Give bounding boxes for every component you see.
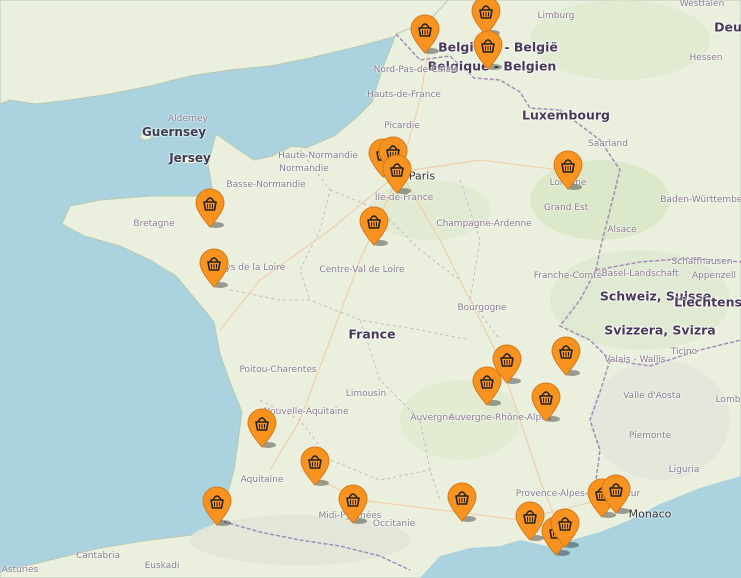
basket-marker-icon xyxy=(447,482,477,522)
basket-marker-icon xyxy=(473,30,503,70)
basket-marker-icon xyxy=(531,382,561,422)
basket-marker-icon xyxy=(601,474,631,514)
marker-biarritz[interactable] xyxy=(202,486,232,526)
basket-marker-icon xyxy=(202,486,232,526)
guernsey-island xyxy=(139,131,153,141)
marker-clermont[interactable] xyxy=(472,366,502,406)
basket-marker-icon xyxy=(410,14,440,54)
marker-mont-de-marsan[interactable] xyxy=(300,446,330,486)
marker-metz[interactable] xyxy=(553,150,583,190)
jersey-island xyxy=(181,155,199,165)
basket-marker-icon xyxy=(472,366,502,406)
basket-marker-icon xyxy=(382,154,412,194)
marker-toulon-east[interactable] xyxy=(550,508,580,548)
marker-lille[interactable] xyxy=(410,14,440,54)
marker-toulouse[interactable] xyxy=(338,484,368,524)
basket-marker-icon xyxy=(199,248,229,288)
basket-marker-icon xyxy=(551,336,581,376)
basket-marker-icon xyxy=(195,188,225,228)
marker-montpellier[interactable] xyxy=(447,482,477,522)
basket-marker-icon xyxy=(247,408,277,448)
marker-bordeaux[interactable] xyxy=(247,408,277,448)
marker-orleans[interactable] xyxy=(359,206,389,246)
basket-marker-icon xyxy=(338,484,368,524)
map-viewport[interactable]: Deu Westfalen Limburg Hessen Belgique - Belg… xyxy=(0,0,741,578)
basket-marker-icon xyxy=(553,150,583,190)
marker-rennes[interactable] xyxy=(195,188,225,228)
basket-marker-icon xyxy=(300,446,330,486)
marker-annecy[interactable] xyxy=(551,336,581,376)
marker-antibes[interactable] xyxy=(601,474,631,514)
marker-nantes[interactable] xyxy=(199,248,229,288)
marker-charleroi[interactable] xyxy=(473,30,503,70)
basket-marker-icon xyxy=(550,508,580,548)
marker-paris[interactable] xyxy=(382,154,412,194)
marker-grenoble[interactable] xyxy=(531,382,561,422)
basket-marker-icon xyxy=(359,206,389,246)
